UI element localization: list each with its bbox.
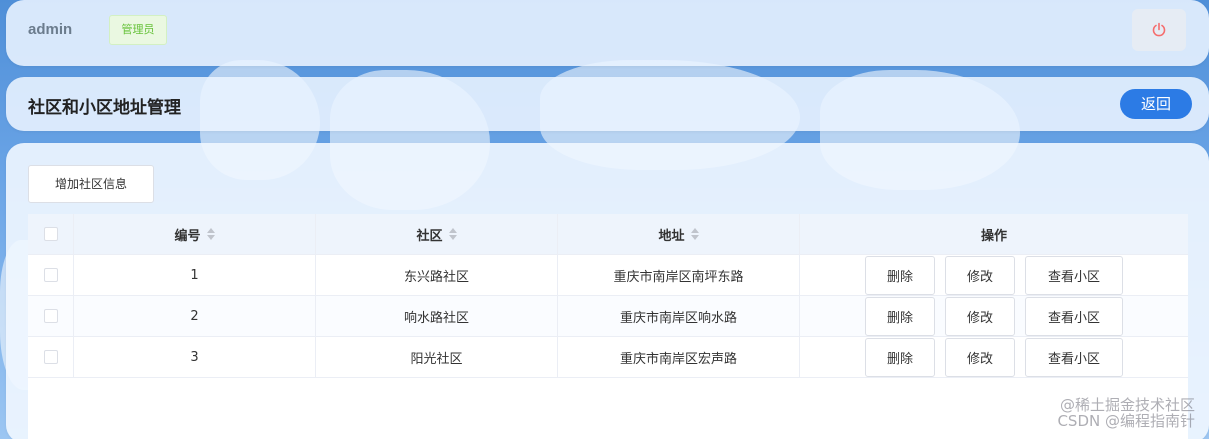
cell-id: 2 [74,296,316,336]
cell-actions: 删除 修改 查看小区 [800,337,1188,377]
sort-icon[interactable] [690,228,699,240]
cell-address: 重庆市南岸区响水路 [558,296,800,336]
title-bar: 社区和小区地址管理 返回 [6,77,1209,131]
view-estates-button[interactable]: 查看小区 [1025,337,1123,377]
username: admin [28,21,73,38]
add-community-button[interactable]: 增加社区信息 [28,165,154,203]
cell-id: 3 [74,337,316,377]
role-badge: 管理员 [109,15,167,45]
row-checkbox[interactable] [43,309,58,323]
logout-button[interactable] [1132,9,1186,51]
view-estates-button[interactable]: 查看小区 [1025,255,1123,295]
top-header: admin 管理员 [6,0,1209,66]
edit-button[interactable]: 修改 [945,296,1015,336]
sort-icon[interactable] [448,228,457,240]
cell-address: 重庆市南岸区宏声路 [558,337,800,377]
cell-community: 响水路社区 [316,296,558,336]
table-row: 1 东兴路社区 重庆市南岸区南坪东路 删除 修改 查看小区 [28,255,1188,296]
back-button[interactable]: 返回 [1120,89,1192,119]
cell-id: 1 [74,255,316,295]
cell-community: 东兴路社区 [316,255,558,295]
column-header-id[interactable]: 编号 [74,214,316,254]
edit-button[interactable]: 修改 [945,255,1015,295]
edit-button[interactable]: 修改 [945,337,1015,377]
cell-actions: 删除 修改 查看小区 [800,255,1188,295]
cell-address: 重庆市南岸区南坪东路 [558,255,800,295]
column-header-community[interactable]: 社区 [316,214,558,254]
delete-button[interactable]: 删除 [865,255,935,295]
sort-icon[interactable] [206,228,215,240]
row-checkbox[interactable] [43,268,58,282]
community-table: 编号 社区 地址 操作 1 东兴路社区 重庆市南岸区南坪东路 删除 修改 查看小… [28,214,1188,439]
table-row: 3 阳光社区 重庆市南岸区宏声路 删除 修改 查看小区 [28,337,1188,378]
delete-button[interactable]: 删除 [865,337,935,377]
select-all-checkbox[interactable] [43,227,58,241]
table-header: 编号 社区 地址 操作 [28,214,1188,255]
cell-community: 阳光社区 [316,337,558,377]
power-icon [1152,22,1166,37]
column-header-actions: 操作 [980,228,1007,244]
watermark: @稀土掘金技术社区 CSDN @编程指南针 [1057,396,1195,430]
view-estates-button[interactable]: 查看小区 [1025,296,1123,336]
cell-actions: 删除 修改 查看小区 [800,296,1188,336]
column-header-address[interactable]: 地址 [558,214,800,254]
page-title: 社区和小区地址管理 [28,98,181,118]
delete-button[interactable]: 删除 [865,296,935,336]
main-panel: 增加社区信息 编号 社区 地址 操作 1 东兴路社区 重庆市南岸区南坪东路 删除… [6,143,1209,439]
row-checkbox[interactable] [43,350,58,364]
table-row: 2 响水路社区 重庆市南岸区响水路 删除 修改 查看小区 [28,296,1188,337]
